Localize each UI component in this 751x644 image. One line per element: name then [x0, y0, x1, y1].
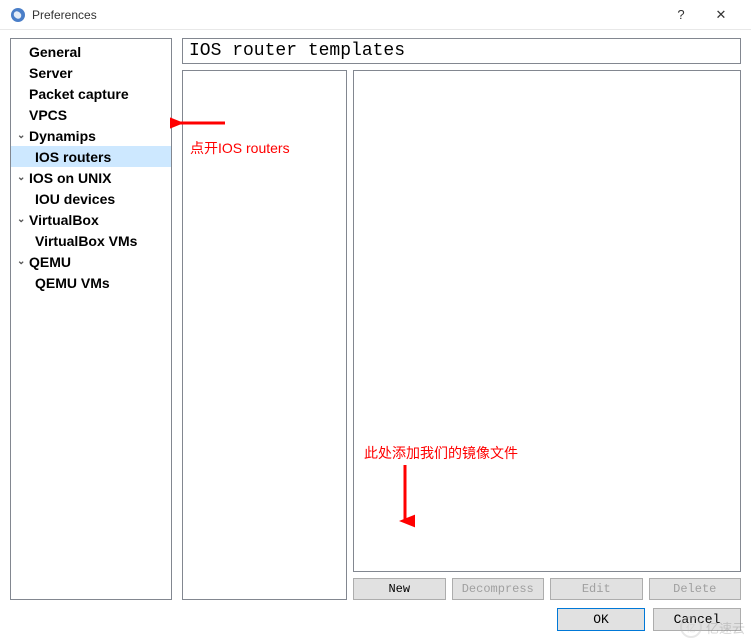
- decompress-button[interactable]: Decompress: [452, 578, 545, 600]
- sidebar-item-server[interactable]: Server: [11, 62, 171, 83]
- sidebar-group-virtualbox[interactable]: ⌄VirtualBox: [11, 209, 171, 230]
- sidebar-item-vpcs[interactable]: VPCS: [11, 104, 171, 125]
- sidebar-item-virtualbox-vms[interactable]: VirtualBox VMs: [11, 230, 171, 251]
- template-details-panel: [353, 70, 741, 572]
- action-row: New Decompress Edit Delete: [353, 578, 741, 600]
- close-button[interactable]: ✕: [701, 0, 741, 30]
- details-wrap: New Decompress Edit Delete: [353, 70, 741, 600]
- watermark-icon: 亿: [680, 616, 702, 638]
- chevron-down-icon: ⌄: [17, 256, 29, 267]
- sidebar-item-general[interactable]: General: [11, 41, 171, 62]
- sidebar-item-qemu-vms[interactable]: QEMU VMs: [11, 272, 171, 293]
- sidebar-item-label: Server: [29, 65, 73, 81]
- sidebar-group-dynamips[interactable]: ⌄Dynamips: [11, 125, 171, 146]
- sidebar-item-ios-routers[interactable]: IOS routers: [11, 146, 171, 167]
- sidebar-item-label: QEMU VMs: [35, 275, 110, 291]
- sidebar-item-label: IOU devices: [35, 191, 115, 207]
- chevron-down-icon: ⌄: [17, 214, 29, 225]
- sidebar-item-label: VPCS: [29, 107, 67, 123]
- titlebar: Preferences ? ✕: [0, 0, 751, 30]
- templates-list-panel[interactable]: [182, 70, 347, 600]
- dialog-footer: OK Cancel: [0, 600, 751, 639]
- sidebar-item-label: VirtualBox VMs: [35, 233, 137, 249]
- sidebar-item-label: QEMU: [29, 254, 71, 270]
- help-button[interactable]: ?: [661, 0, 701, 30]
- main-panel: IOS router templates New Decompress Edit…: [182, 38, 741, 600]
- window-title: Preferences: [32, 8, 97, 22]
- watermark: 亿 亿速云: [680, 616, 745, 638]
- sidebar-item-label: IOS routers: [35, 149, 111, 165]
- sidebar-item-label: VirtualBox: [29, 212, 99, 228]
- sidebar-item-label: IOS on UNIX: [29, 170, 111, 186]
- sidebar-item-label: Packet capture: [29, 86, 129, 102]
- sidebar-group-ios-on-unix[interactable]: ⌄IOS on UNIX: [11, 167, 171, 188]
- sidebar-item-packet-capture[interactable]: Packet capture: [11, 83, 171, 104]
- ok-button[interactable]: OK: [557, 608, 645, 631]
- chevron-down-icon: ⌄: [17, 172, 29, 183]
- watermark-text: 亿速云: [706, 618, 745, 637]
- app-icon: [10, 7, 26, 23]
- sidebar-item-label: Dynamips: [29, 128, 96, 144]
- sidebar-group-qemu[interactable]: ⌄QEMU: [11, 251, 171, 272]
- preferences-sidebar: General Server Packet capture VPCS ⌄Dyna…: [10, 38, 172, 600]
- preferences-tree: General Server Packet capture VPCS ⌄Dyna…: [11, 39, 171, 295]
- chevron-down-icon: ⌄: [17, 130, 29, 141]
- panels: New Decompress Edit Delete: [182, 70, 741, 600]
- new-button[interactable]: New: [353, 578, 446, 600]
- delete-button[interactable]: Delete: [649, 578, 742, 600]
- content-area: General Server Packet capture VPCS ⌄Dyna…: [0, 30, 751, 600]
- sidebar-item-iou-devices[interactable]: IOU devices: [11, 188, 171, 209]
- page-title: IOS router templates: [182, 38, 741, 64]
- sidebar-item-label: General: [29, 44, 81, 60]
- edit-button[interactable]: Edit: [550, 578, 643, 600]
